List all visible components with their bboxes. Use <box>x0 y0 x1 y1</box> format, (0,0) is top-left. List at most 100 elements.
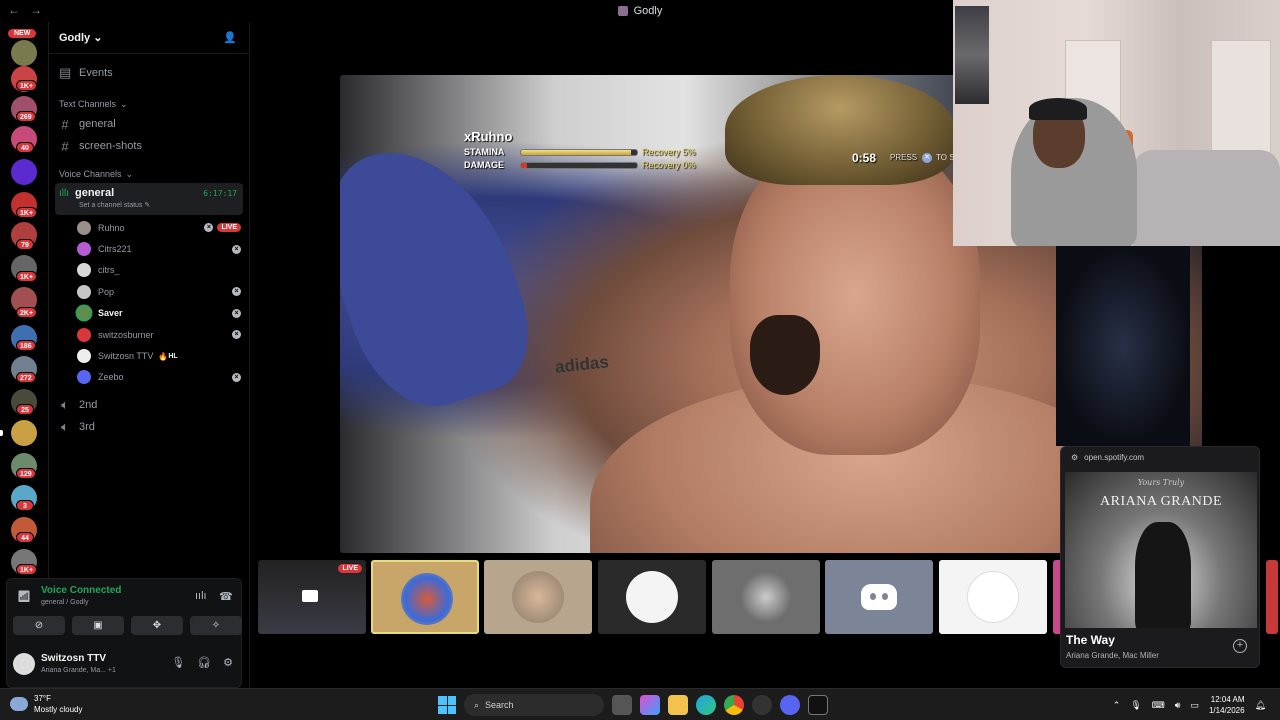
channel-general[interactable]: # general <box>49 113 249 135</box>
xbox-icon: × <box>232 287 241 297</box>
voice-channels-category[interactable]: Voice Channels ⌄ <box>49 165 249 183</box>
damage-recovery: Recovery 0% <box>642 160 696 170</box>
disconnect-icon[interactable]: ☎︎ <box>219 590 233 603</box>
user-controls: 🎙︎ 🎧︎ ⚙ <box>171 656 233 669</box>
press-label: PRESS <box>890 153 918 162</box>
activities-button[interactable]: ✥ <box>131 616 183 635</box>
network-icon[interactable]: ⌨︎ <box>1152 700 1165 711</box>
server-icon-5[interactable] <box>11 159 37 185</box>
notification-bell-icon[interactable]: 🔔︎ <box>1255 700 1266 711</box>
voice-user[interactable]: citrs_ <box>49 260 249 281</box>
voice-user[interactable]: Ruhno × LIVE <box>49 217 249 238</box>
pencil-icon: ✎ <box>144 202 151 209</box>
server-icon-1[interactable] <box>11 40 37 66</box>
channel-status-input[interactable]: Set a channel status ✎ <box>79 201 239 209</box>
file-explorer-icon[interactable] <box>668 695 688 715</box>
participant-tile-partial[interactable] <box>1266 560 1278 634</box>
voice-user-name: Saver <box>98 308 123 319</box>
unread-badge: 3 <box>16 500 34 511</box>
server-icon <box>617 6 628 16</box>
site-settings-icon: ⚙︎ <box>1071 453 1079 462</box>
add-user-icon[interactable]: 👤 <box>223 31 237 44</box>
category-label: Voice Channels <box>59 169 122 179</box>
voice-channel-general[interactable]: ıllı general 6:17:17 Set a channel statu… <box>55 183 243 215</box>
album-art: Yours Truly ARIANA GRANDE <box>1065 472 1257 628</box>
voice-channel-3rd[interactable]: 🔈︎ 3rd <box>49 416 249 438</box>
press-tail: TO S <box>936 153 955 162</box>
task-view-icon[interactable] <box>612 695 632 715</box>
participant-tile[interactable] <box>825 560 933 634</box>
participant-avatar <box>740 571 792 623</box>
chevron-up-icon[interactable]: ⌃ <box>1113 700 1121 711</box>
clock[interactable]: 12:04 AM 1/14/2026 <box>1209 694 1245 716</box>
battery-icon[interactable]: ▭ <box>1190 700 1199 711</box>
signal-icon[interactable]: 📶︎ <box>17 590 31 603</box>
status-placeholder: Set a channel status <box>79 202 143 209</box>
server-icon-godly[interactable] <box>11 420 37 446</box>
weather-widget[interactable]: 37°F Mostly cloudy <box>10 693 82 715</box>
discord-icon[interactable] <box>780 695 800 715</box>
participant-tile[interactable] <box>939 560 1047 634</box>
soundboard-button[interactable]: ✧ <box>190 616 242 635</box>
voice-user-indicators: × LIVE <box>204 223 241 233</box>
shirt-logo-text: adidas <box>554 352 610 377</box>
participant-tile-stream[interactable]: LIVE <box>258 560 366 634</box>
voice-user[interactable]: Citrs221 × <box>49 238 249 259</box>
copilot-icon[interactable] <box>640 695 660 715</box>
headphones-icon[interactable]: 🎧︎ <box>197 656 211 669</box>
server-header[interactable]: Godly ⌄ 👤 <box>49 22 249 54</box>
gear-icon[interactable]: ⚙ <box>223 656 233 669</box>
cross-button-icon: ✕ <box>922 153 932 163</box>
windows-start-icon[interactable] <box>438 696 456 714</box>
voice-user[interactable]: Zeebo × <box>49 367 249 388</box>
edge-icon[interactable] <box>696 695 716 715</box>
voice-connected-status[interactable]: Voice Connected <box>41 585 121 596</box>
spotify-mini-player[interactable]: ⚙︎ open.spotify.com Yours Truly ARIANA GR… <box>1060 446 1260 668</box>
voice-user[interactable]: switzosburner × <box>49 324 249 345</box>
temperature: 37°F <box>34 694 51 703</box>
calendar-icon: ▤ <box>59 65 72 80</box>
voice-user[interactable]: Switzosn TTV 🔥 HL <box>49 345 249 366</box>
volume-icon[interactable]: 🔊︎ <box>1175 700 1181 711</box>
chevron-down-icon: ⌄ <box>120 98 128 109</box>
microphone-icon[interactable]: 🎙︎ <box>171 656 185 669</box>
search-input[interactable]: ⌕ Search <box>464 694 604 716</box>
back-arrow-icon[interactable]: ← <box>8 3 20 17</box>
voice-timer: 6:17:17 <box>203 189 237 198</box>
app-icon[interactable] <box>752 695 772 715</box>
voice-location[interactable]: general / Godly <box>41 599 88 606</box>
noise-suppression-icon[interactable]: ıılı <box>195 590 207 602</box>
hash-icon: # <box>61 138 69 154</box>
screen-share-button[interactable]: ▣ <box>72 616 124 635</box>
unread-badge: 269 <box>16 111 36 122</box>
voice-user-speaking[interactable]: Saver × <box>49 303 249 324</box>
forward-arrow-icon[interactable]: → <box>30 3 42 17</box>
add-to-library-icon[interactable]: + <box>1233 639 1247 653</box>
capcut-icon[interactable] <box>808 695 828 715</box>
voice-user-name: Zeebo <box>98 372 124 383</box>
camera-off-button[interactable]: ⊘ <box>13 616 65 635</box>
server-name-text: Godly <box>59 32 91 44</box>
cam-couch <box>1133 150 1280 246</box>
user-avatar[interactable] <box>13 653 35 675</box>
participant-tile[interactable] <box>484 560 592 634</box>
clock-time: 12:04 AM <box>1210 695 1245 704</box>
text-channels-category[interactable]: Text Channels ⌄ <box>49 95 249 113</box>
microphone-icon[interactable]: 🎙︎ <box>1130 700 1141 711</box>
participant-tile-speaking[interactable] <box>371 560 479 634</box>
soundboard-icon: ✧ <box>211 620 221 631</box>
avatar <box>77 370 91 385</box>
voice-user[interactable]: Pop × <box>49 281 249 302</box>
webcam-video[interactable] <box>953 0 1280 246</box>
chrome-icon[interactable] <box>724 695 744 715</box>
user-name[interactable]: Switzosn TTV <box>41 653 106 664</box>
channel-screen-shots[interactable]: # screen-shots <box>49 135 249 157</box>
participant-avatar <box>512 571 564 623</box>
album-title-script: Yours Truly <box>1137 478 1185 487</box>
participant-tile[interactable] <box>712 560 820 634</box>
voice-channel-name: general <box>75 187 115 199</box>
spotify-url: ⚙︎ open.spotify.com <box>1071 453 1144 462</box>
events-item[interactable]: ▤ Events <box>49 62 249 84</box>
participant-tile[interactable] <box>598 560 706 634</box>
voice-channel-2nd[interactable]: 🔈︎ 2nd <box>49 394 249 416</box>
